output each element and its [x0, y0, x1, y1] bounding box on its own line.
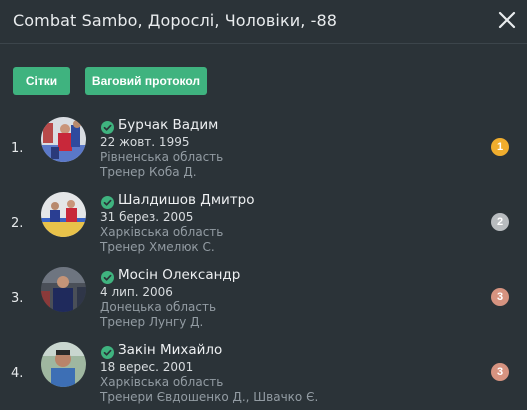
athlete-coach: Тренер Лунгу Д. — [100, 315, 204, 329]
avatar — [41, 267, 86, 312]
place-number: 3. — [11, 291, 24, 306]
medal-badge: 1 — [491, 138, 509, 156]
place-number: 2. — [11, 216, 24, 231]
athlete-coach: Тренер Хмелюк С. — [100, 240, 215, 254]
athlete-name[interactable]: Бурчак Вадим — [118, 117, 218, 133]
page-title: Combat Sambo, Дорослі, Чоловіки, -88 — [13, 11, 338, 30]
athlete-region: Рівненська область — [100, 150, 224, 164]
list-item[interactable]: 4. Закін Михайло 18 верес. 2001 Харківсь… — [0, 342, 527, 410]
medal-badge: 3 — [491, 363, 509, 381]
athlete-name[interactable]: Закін Михайло — [118, 342, 222, 358]
avatar — [41, 192, 86, 237]
athlete-birthdate: 31 берез. 2005 — [100, 210, 194, 224]
dialog-header: Combat Sambo, Дорослі, Чоловіки, -88 — [0, 0, 527, 44]
list-item[interactable]: 1. Бурчак Вадим 22 жовт. 1995 Рівненська… — [0, 117, 527, 187]
athlete-birthdate: 22 жовт. 1995 — [100, 135, 190, 149]
check-circle-icon — [101, 194, 114, 209]
check-circle-icon — [101, 269, 114, 284]
athlete-name[interactable]: Мосін Олександр — [118, 267, 240, 283]
medal-badge: 3 — [491, 288, 509, 306]
place-number: 4. — [11, 366, 24, 381]
medal-badge: 2 — [491, 213, 509, 231]
check-circle-icon — [101, 344, 114, 359]
close-icon — [498, 11, 516, 29]
athlete-name[interactable]: Шалдишов Дмитро — [118, 192, 255, 208]
close-button[interactable] — [497, 10, 517, 30]
avatar — [41, 117, 86, 162]
check-circle-icon — [101, 119, 114, 134]
weigh-protocol-button[interactable]: Ваговий протокол — [85, 67, 207, 95]
athlete-region: Донецька область — [100, 300, 217, 314]
list-item[interactable]: 3. Мосін Олександр 4 лип. 2006 Донецька … — [0, 267, 527, 337]
athlete-coach: Тренер Коба Д. — [100, 165, 197, 179]
athlete-birthdate: 4 лип. 2006 — [100, 285, 173, 299]
list-item[interactable]: 2. Шалдишов Дмитро 31 берез. 2005 Харків… — [0, 192, 527, 262]
athlete-birthdate: 18 верес. 2001 — [100, 360, 194, 374]
athlete-region: Харківська область — [100, 225, 224, 239]
athlete-coach: Тренери Євдошенко Д., Швачко Є. — [100, 390, 319, 404]
athlete-region: Харківська область — [100, 375, 224, 389]
avatar — [41, 342, 86, 387]
place-number: 1. — [11, 141, 24, 156]
grids-button[interactable]: Сітки — [13, 67, 70, 95]
